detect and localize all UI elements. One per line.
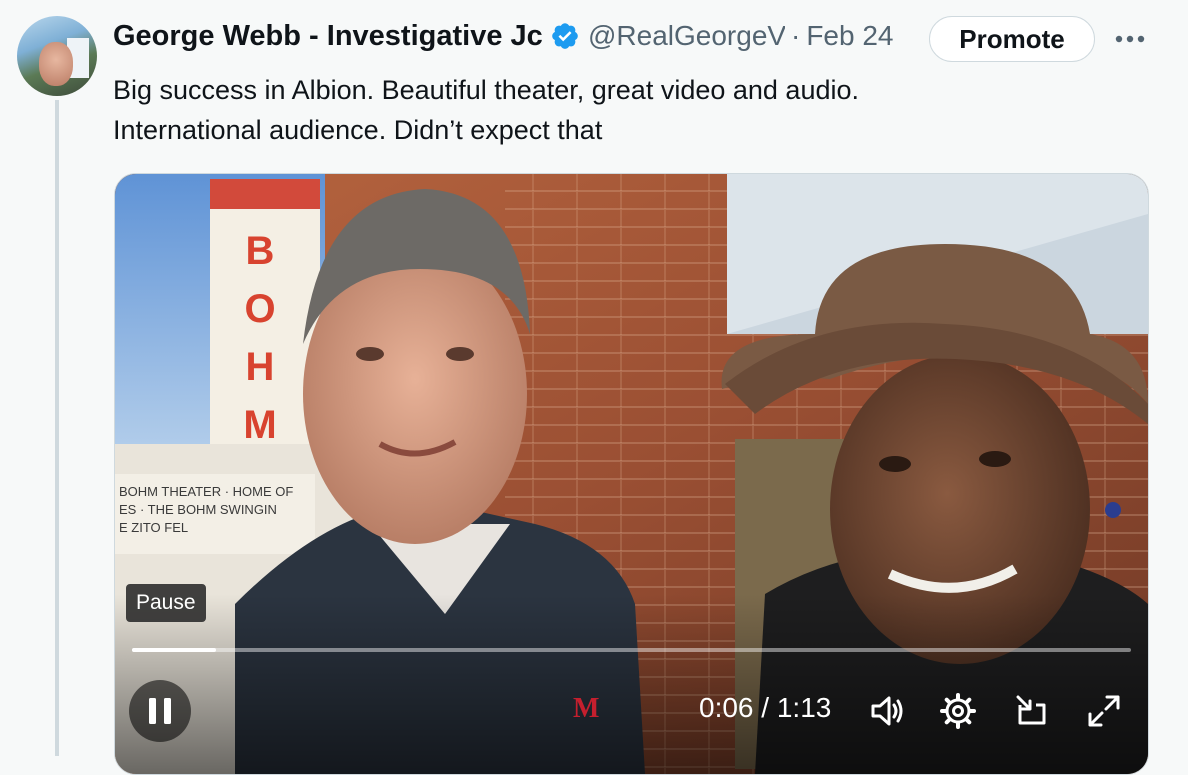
video-player[interactable]: BOHM BOHM THEATER · HOME OF ES · THE BOHM…	[114, 173, 1149, 775]
author-name[interactable]: George Webb - Investigative Jc	[113, 20, 547, 53]
more-dots-glyph	[1115, 35, 1145, 43]
video-time: 0:06 / 1:13	[699, 692, 831, 724]
video-controls: 0:06 / 1:13	[115, 680, 1148, 742]
sign-letter: B	[246, 229, 275, 273]
meta-separator: ·	[791, 20, 801, 51]
pause-button[interactable]	[129, 680, 191, 742]
gear-icon[interactable]	[938, 691, 978, 731]
verified-badge-icon[interactable]	[550, 21, 580, 51]
marquee-line: E ZITO FEL	[119, 520, 188, 535]
duration: 1:13	[776, 692, 832, 723]
picture-in-picture-icon[interactable]	[1012, 691, 1052, 731]
author-handle[interactable]: @RealGeorgeV	[588, 20, 785, 52]
time-separator: /	[753, 692, 777, 723]
tweet-date[interactable]: Feb 24	[806, 20, 893, 52]
video-progress-bar[interactable]	[132, 648, 1131, 652]
current-time: 0:06	[699, 692, 754, 723]
pause-icon	[149, 698, 171, 724]
volume-icon[interactable]	[867, 691, 907, 731]
avatar-face	[39, 42, 73, 86]
fullscreen-icon[interactable]	[1084, 691, 1124, 731]
tweet-text-line-1: Big success in Albion. Beautiful theater…	[113, 75, 859, 105]
tweet-text-line-2: International audience. Didn’t expect th…	[113, 115, 603, 145]
video-progress-fill	[132, 648, 216, 652]
pause-tooltip: Pause	[126, 584, 206, 622]
more-dots-icon[interactable]	[1112, 24, 1148, 54]
marquee-line: ES · THE BOHM SWINGIN	[119, 502, 277, 517]
tweet-header: George Webb - Investigative Jc @RealGeor…	[113, 16, 894, 56]
sign-letter: H	[246, 345, 275, 389]
sign-letter: O	[244, 287, 275, 331]
tweet-text: Big success in Albion. Beautiful theater…	[113, 70, 1113, 150]
thread-line	[55, 100, 59, 756]
author-avatar[interactable]	[17, 16, 97, 96]
sign-letter: M	[243, 403, 276, 447]
promote-button[interactable]: Promote	[929, 16, 1095, 62]
marquee-line: BOHM THEATER · HOME OF	[119, 484, 293, 499]
